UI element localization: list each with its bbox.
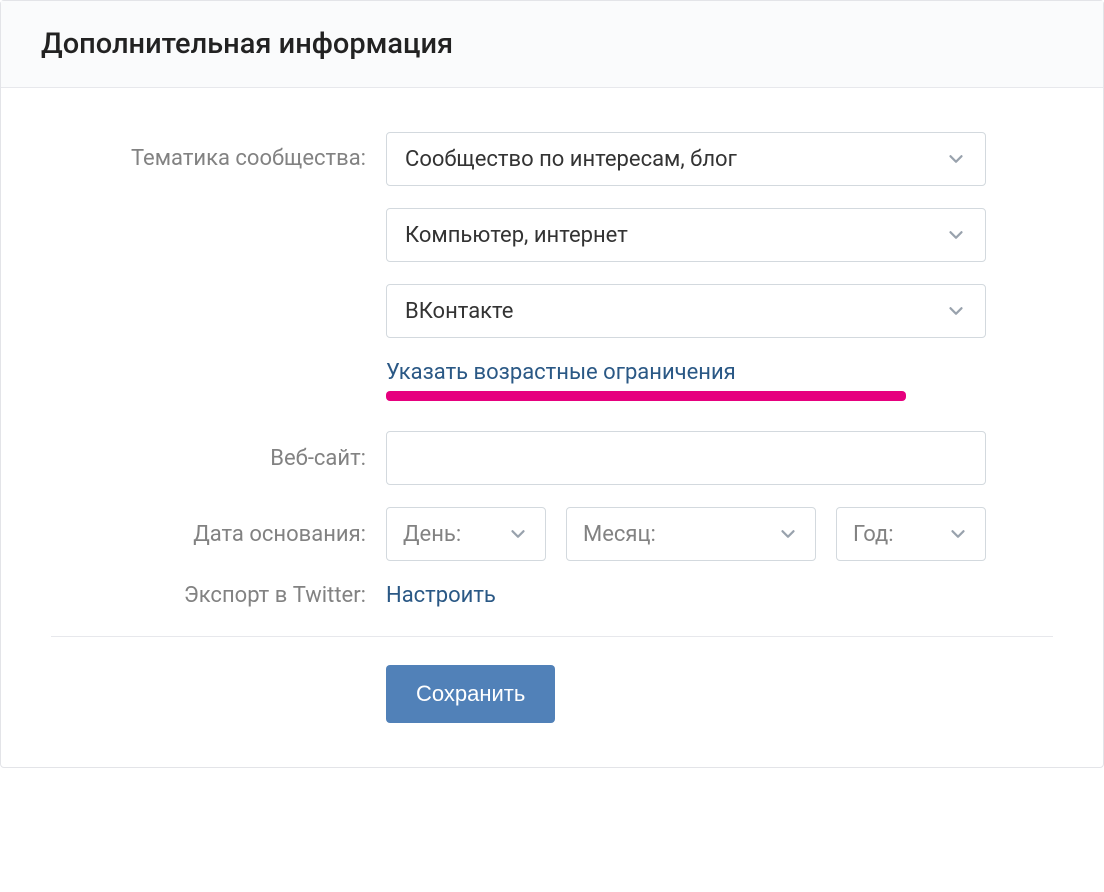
topic-select-3-value: ВКонтакте: [405, 299, 513, 324]
topic-label: Тематика сообщества:: [51, 132, 386, 171]
divider: [51, 636, 1053, 637]
save-button[interactable]: Сохранить: [386, 665, 555, 723]
additional-info-panel: Дополнительная информация Тематика сообщ…: [0, 0, 1104, 768]
footer: Сохранить: [51, 665, 1053, 757]
chevron-down-icon: [947, 523, 969, 545]
topic-select-1[interactable]: Сообщество по интересам, блог: [386, 132, 986, 186]
founded-label: Дата основания:: [51, 522, 386, 547]
topic-select-2-value: Компьютер, интернет: [405, 223, 628, 248]
chevron-down-icon: [945, 148, 967, 170]
age-restriction-link[interactable]: Указать возрастные ограничения: [386, 360, 736, 385]
chevron-down-icon: [507, 523, 529, 545]
age-restriction-control: Указать возрастные ограничения: [386, 360, 986, 401]
twitter-control: Настроить: [386, 583, 986, 608]
age-restriction-row: Указать возрастные ограничения: [51, 360, 1053, 401]
founded-row: Дата основания: День: Месяц: Год:: [51, 507, 1053, 561]
website-input[interactable]: [386, 431, 986, 485]
topic-controls: Сообщество по интересам, блог Компьютер,…: [386, 132, 986, 338]
panel-title: Дополнительная информация: [41, 27, 1063, 61]
chevron-down-icon: [945, 224, 967, 246]
twitter-label: Экспорт в Twitter:: [51, 583, 386, 608]
topic-select-2[interactable]: Компьютер, интернет: [386, 208, 986, 262]
twitter-configure-link[interactable]: Настроить: [386, 583, 496, 608]
day-select-value: День:: [403, 522, 461, 547]
month-select-value: Месяц:: [583, 522, 656, 547]
topic-select-1-value: Сообщество по интересам, блог: [405, 147, 737, 172]
year-select-value: Год:: [853, 522, 894, 547]
topic-select-3[interactable]: ВКонтакте: [386, 284, 986, 338]
website-control: [386, 431, 986, 485]
chevron-down-icon: [945, 300, 967, 322]
chevron-down-icon: [777, 523, 799, 545]
panel-header: Дополнительная информация: [1, 1, 1103, 88]
highlight-underline: [386, 391, 906, 401]
topic-row: Тематика сообщества: Сообщество по интер…: [51, 132, 1053, 338]
founded-controls: День: Месяц: Год:: [386, 507, 986, 561]
website-row: Веб-сайт:: [51, 431, 1053, 485]
twitter-row: Экспорт в Twitter: Настроить: [51, 583, 1053, 608]
month-select[interactable]: Месяц:: [566, 507, 816, 561]
day-select[interactable]: День:: [386, 507, 546, 561]
panel-body: Тематика сообщества: Сообщество по интер…: [1, 88, 1103, 767]
website-label: Веб-сайт:: [51, 446, 386, 471]
year-select[interactable]: Год:: [836, 507, 986, 561]
